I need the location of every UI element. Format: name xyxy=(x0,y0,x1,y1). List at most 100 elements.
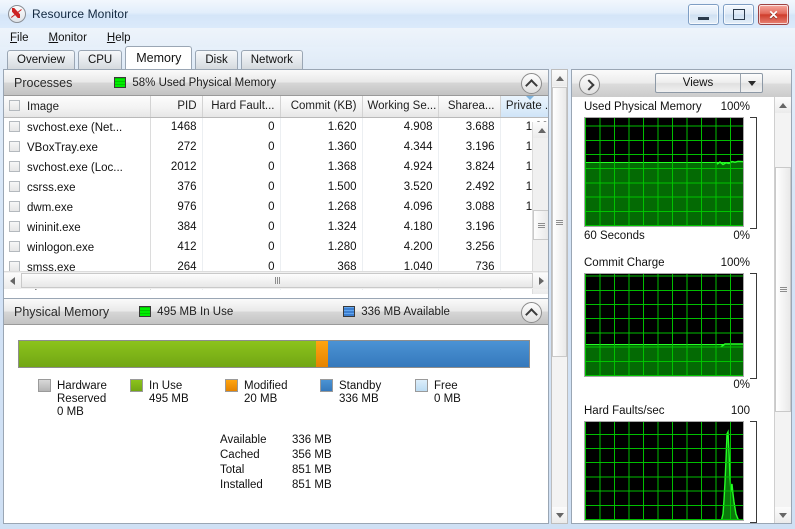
row-checkbox[interactable] xyxy=(9,180,20,192)
standby-swatch-icon xyxy=(320,379,333,392)
table-row[interactable]: VBoxTray.exe 272 0 1.360 4.344 3.196 1.1… xyxy=(4,137,548,157)
scroll-right-button[interactable] xyxy=(533,272,548,289)
cell-working-set: 4.924 xyxy=(362,157,439,177)
cell-working-set: 4.908 xyxy=(362,117,439,137)
hardware-reserved-swatch-icon xyxy=(38,379,51,392)
arrow-down-icon xyxy=(555,512,564,518)
legend-free: Free 0 MB xyxy=(415,379,461,418)
processes-table: Image PID Hard Fault... Commit (KB) Work… xyxy=(4,96,548,290)
row-checkbox[interactable] xyxy=(9,140,20,152)
cell-commit: 1.620 xyxy=(280,117,363,137)
main-vertical-scrollbar[interactable] xyxy=(551,69,568,524)
graphs-vertical-scrollbar[interactable] xyxy=(774,97,791,523)
table-row[interactable]: svchost.exe (Net... 1468 0 1.620 4.908 3… xyxy=(4,117,548,137)
graphs-scroll-down-button[interactable] xyxy=(775,507,791,523)
views-dropdown-toggle[interactable] xyxy=(740,74,762,92)
summary-row-cached: Cached 356 MB xyxy=(220,447,354,462)
column-header-hard-faults[interactable]: Hard Fault... xyxy=(202,96,281,118)
processes-horizontal-scrollbar[interactable] xyxy=(4,271,548,289)
tab-disk[interactable]: Disk xyxy=(195,50,238,69)
maximize-button[interactable] xyxy=(723,4,754,25)
column-header-image[interactable]: Image xyxy=(4,96,151,118)
menu-item-file[interactable]: File xyxy=(10,32,29,44)
close-button[interactable]: ✕ xyxy=(758,4,789,25)
physical-memory-panel: Physical Memory 495 MB In Use 336 MB Ava… xyxy=(4,298,548,523)
graph3-gridlines xyxy=(585,422,743,520)
minimize-button[interactable] xyxy=(688,4,719,25)
graph1-min-label: 0% xyxy=(733,230,750,242)
column-header-commit[interactable]: Commit (KB) xyxy=(280,96,363,118)
row-checkbox[interactable] xyxy=(9,220,20,232)
cell-shareable: 3.196 xyxy=(438,217,501,237)
close-icon: ✕ xyxy=(768,7,779,22)
cell-pid: 2012 xyxy=(150,157,203,177)
cell-hard-faults: 0 xyxy=(202,237,281,257)
graphs-pane: Views Used Physical Memory 100% 60 Secon… xyxy=(571,69,792,524)
processes-status-label: 58% Used Physical Memory xyxy=(132,76,277,89)
chevron-right-icon xyxy=(582,78,595,91)
cell-pid: 376 xyxy=(150,177,203,197)
tab-cpu[interactable]: CPU xyxy=(77,50,123,69)
table-row[interactable]: winlogon.exe 412 0 1.280 4.200 3.256 944 xyxy=(4,237,548,257)
views-button-label: Views xyxy=(682,77,714,89)
chevron-up-icon xyxy=(525,78,538,92)
scroll-up-button[interactable] xyxy=(533,122,548,138)
select-all-checkbox[interactable] xyxy=(9,99,20,111)
grip-icon xyxy=(274,277,280,284)
main-scroll-up-button[interactable] xyxy=(552,70,567,86)
table-row[interactable]: dwm.exe 976 0 1.268 4.096 3.088 1.008 xyxy=(4,197,548,217)
row-checkbox[interactable] xyxy=(9,160,20,172)
column-header-shareable[interactable]: Sharea... xyxy=(438,96,501,118)
cell-hard-faults: 0 xyxy=(202,157,281,177)
cell-pid: 412 xyxy=(150,237,203,257)
h-scroll-track[interactable] xyxy=(21,273,533,288)
main-scroll-thumb[interactable] xyxy=(552,87,567,357)
standby-value: 336 MB xyxy=(339,393,379,405)
cell-pid: 384 xyxy=(150,217,203,237)
processes-vertical-scrollbar[interactable] xyxy=(532,122,548,294)
row-checkbox[interactable] xyxy=(9,200,20,212)
physical-memory-panel-header[interactable]: Physical Memory 495 MB In Use 336 MB Ava… xyxy=(4,299,548,325)
cell-hard-faults: 0 xyxy=(202,117,281,137)
column-header-private[interactable]: Private ... xyxy=(499,96,548,118)
resource-monitor-icon xyxy=(8,5,26,23)
processes-panel-header[interactable]: Processes 58% Used Physical Memory xyxy=(4,70,548,96)
physical-memory-collapse-button[interactable] xyxy=(521,302,542,323)
column-header-pid[interactable]: PID xyxy=(150,96,203,118)
scroll-thumb[interactable] xyxy=(533,210,548,240)
graphs-scroll-up-button[interactable] xyxy=(775,97,791,113)
column-header-working-set[interactable]: Working Se... xyxy=(362,96,439,118)
legend-modified: Modified 20 MB xyxy=(225,379,320,418)
tab-network[interactable]: Network xyxy=(240,50,303,69)
processes-collapse-button[interactable] xyxy=(521,73,542,94)
graphs-scroll-thumb[interactable] xyxy=(775,167,791,412)
cell-image: dwm.exe xyxy=(4,197,151,217)
legend-in-use: In Use 495 MB xyxy=(130,379,225,418)
graph1-plot xyxy=(584,117,744,227)
cell-pid: 272 xyxy=(150,137,203,157)
content-area: Processes 58% Used Physical Memory Image… xyxy=(3,69,792,524)
window-title: Resource Monitor xyxy=(32,7,129,21)
menu-item-help[interactable]: Help xyxy=(107,32,131,44)
scroll-left-button[interactable] xyxy=(4,272,21,289)
available-chip-icon xyxy=(343,306,356,317)
views-button[interactable]: Views xyxy=(655,73,763,93)
in-use-swatch-icon xyxy=(130,379,143,392)
summary-label: Available xyxy=(220,433,267,446)
tab-memory[interactable]: Memory xyxy=(125,46,193,69)
main-scroll-down-button[interactable] xyxy=(552,507,567,523)
h-scroll-thumb[interactable] xyxy=(21,273,533,288)
table-row[interactable]: wininit.exe 384 0 1.324 4.180 3.196 984 xyxy=(4,217,548,237)
graph2-title: Commit Charge xyxy=(584,257,665,269)
summary-value: 851 MB xyxy=(292,478,332,491)
expand-graphs-button[interactable] xyxy=(579,74,600,95)
row-checkbox[interactable] xyxy=(9,240,20,252)
menu-item-monitor[interactable]: Monitor xyxy=(49,32,87,44)
cell-hard-faults: 0 xyxy=(202,177,281,197)
row-checkbox[interactable] xyxy=(9,120,20,132)
table-row[interactable]: svchost.exe (Loc... 2012 0 1.368 4.924 3… xyxy=(4,157,548,177)
table-row[interactable]: csrss.exe 376 0 1.500 3.520 2.492 1.028 xyxy=(4,177,548,197)
row-checkbox[interactable] xyxy=(9,260,20,272)
tab-overview[interactable]: Overview xyxy=(7,50,75,69)
cell-pid: 976 xyxy=(150,197,203,217)
